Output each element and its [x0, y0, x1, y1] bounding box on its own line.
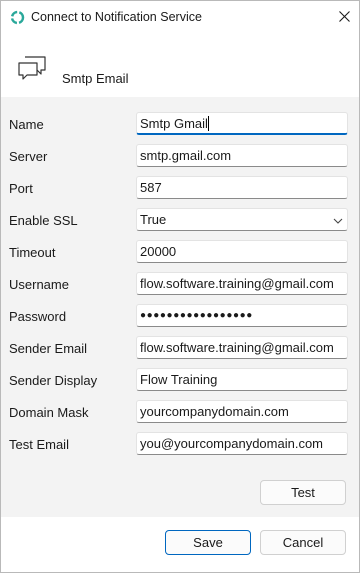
form-row-sender-display: Sender Display Flow Training: [1, 365, 359, 397]
password-label: Password: [9, 309, 67, 324]
form-row-sender-email: Sender Email flow.software.training@gmai…: [1, 333, 359, 365]
close-icon: [338, 10, 350, 25]
chevron-down-icon: [333, 214, 343, 224]
form-row-test-email: Test Email you@yourcompanydomain.com: [1, 429, 359, 461]
sender-email-label: Sender Email: [9, 341, 88, 356]
cancel-button[interactable]: Cancel: [260, 530, 346, 555]
sender-display-label: Sender Display: [9, 373, 98, 388]
name-value: Smtp Gmail: [140, 116, 208, 131]
timeout-input[interactable]: 20000: [136, 240, 348, 263]
enable-ssl-value: True: [140, 212, 167, 227]
text-caret: [207, 116, 209, 131]
form-row-domain-mask: Domain Mask yourcompanydomain.com: [1, 397, 359, 429]
form-row-timeout: Timeout 20000: [1, 237, 359, 269]
name-label: Name: [9, 117, 44, 132]
service-type-title: Smtp Email: [62, 71, 129, 86]
form-row-server: Server smtp.gmail.com: [1, 141, 359, 173]
server-input[interactable]: smtp.gmail.com: [136, 144, 348, 167]
form-row-username: Username flow.software.training@gmail.co…: [1, 269, 359, 301]
connection-form: Name Smtp Gmail Server smtp.gmail.com Po…: [1, 97, 359, 517]
domain-mask-label: Domain Mask: [9, 405, 89, 420]
username-label: Username: [9, 277, 69, 292]
sender-display-input[interactable]: Flow Training: [136, 368, 348, 391]
title-bar: Connect to Notification Service: [1, 1, 359, 33]
form-row-password: Password ●●●●●●●●●●●●●●●●●: [1, 301, 359, 333]
window-title: Connect to Notification Service: [31, 10, 202, 24]
test-button[interactable]: Test: [260, 480, 346, 505]
dialog-window: Connect to Notification Service Smtp Ema…: [0, 0, 360, 573]
enable-ssl-label: Enable SSL: [9, 213, 78, 228]
username-input[interactable]: flow.software.training@gmail.com: [136, 272, 348, 295]
enable-ssl-dropdown[interactable]: True: [136, 208, 348, 231]
sender-email-input[interactable]: flow.software.training@gmail.com: [136, 336, 348, 359]
form-row-enable-ssl: Enable SSL True: [1, 205, 359, 237]
test-email-input[interactable]: you@yourcompanydomain.com: [136, 432, 348, 455]
save-button[interactable]: Save: [165, 530, 251, 555]
form-row-port: Port 587: [1, 173, 359, 205]
dialog-footer: Save Cancel: [1, 517, 359, 572]
form-row-name: Name Smtp Gmail: [1, 109, 359, 141]
chat-bubbles-icon: [17, 55, 49, 85]
dialog-header: Smtp Email: [1, 33, 359, 97]
domain-mask-input[interactable]: yourcompanydomain.com: [136, 400, 348, 423]
close-button[interactable]: [329, 1, 359, 33]
password-input[interactable]: ●●●●●●●●●●●●●●●●●: [136, 304, 348, 327]
port-label: Port: [9, 181, 33, 196]
test-email-label: Test Email: [9, 437, 69, 452]
port-input[interactable]: 587: [136, 176, 348, 199]
refresh-cycle-icon: [10, 10, 25, 25]
name-input[interactable]: Smtp Gmail: [136, 112, 348, 135]
server-label: Server: [9, 149, 48, 164]
timeout-label: Timeout: [9, 245, 56, 260]
